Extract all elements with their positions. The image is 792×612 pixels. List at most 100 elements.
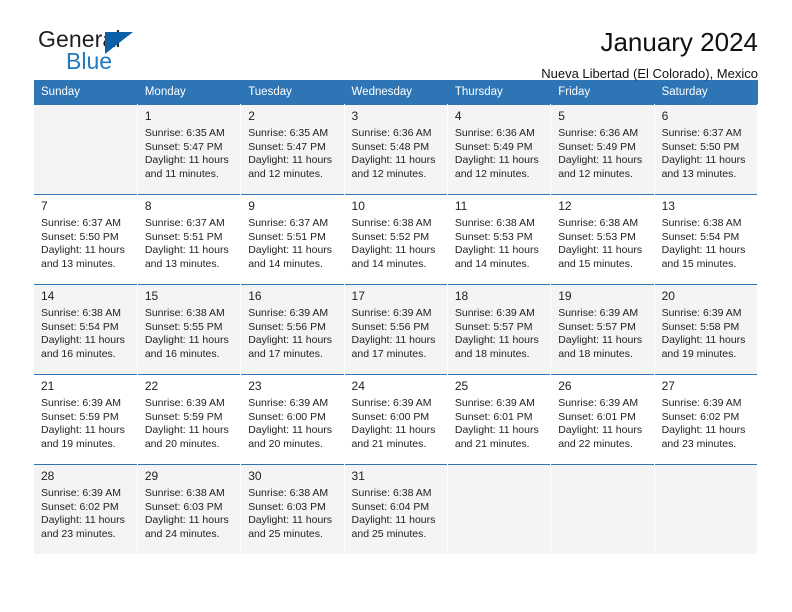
day-sunrise-text: Sunrise: 6:37 AM <box>661 127 742 139</box>
day-sunrise-text: Sunrise: 6:39 AM <box>144 397 225 409</box>
day-daylight2-text: and 19 minutes. <box>661 347 737 360</box>
day-sunset-text: Sunset: 5:59 PM <box>144 410 223 423</box>
day-cell-inner: 27 Sunrise: 6:39 AM Sunset: 6:02 PM Dayligh… <box>654 374 757 464</box>
calendar-day-cell[interactable]: 13 Sunrise: 6:38 AM Sunset: 5:54 PM Dayligh… <box>654 194 759 284</box>
calendar-day-cell[interactable]: 15 Sunrise: 6:38 AM Sunset: 5:55 PM Dayligh… <box>137 284 242 374</box>
day-sunrise-text: Sunrise: 6:38 AM <box>144 487 225 499</box>
day-sunset-text: Sunset: 5:56 PM <box>351 320 430 333</box>
day-daylight1-text: Daylight: 11 hours <box>144 424 229 437</box>
day-daylight1-text: Daylight: 11 hours <box>454 154 539 167</box>
day-sunrise-text: Sunrise: 6:39 AM <box>454 307 535 319</box>
day-number: 20 <box>661 289 675 303</box>
calendar-day-cell[interactable]: 26 Sunrise: 6:39 AM Sunset: 6:01 PM Dayligh… <box>550 374 655 464</box>
calendar-day-cell[interactable]: 5 Sunrise: 6:36 AM Sunset: 5:49 PM Daylight… <box>550 104 655 194</box>
weekday-header-thursday: Thursday <box>447 80 552 104</box>
logo-text-blue: Blue <box>66 48 113 74</box>
day-sunset-text: Sunset: 5:53 PM <box>558 230 636 243</box>
day-cell-inner: 24 Sunrise: 6:39 AM Sunset: 6:00 PM Dayligh… <box>344 374 447 464</box>
day-sunset-text: Sunset: 6:03 PM <box>144 500 223 513</box>
day-daylight2-text: and 12 minutes. <box>454 167 530 180</box>
calendar-day-cell[interactable]: 22 Sunrise: 6:39 AM Sunset: 5:59 PM Dayligh… <box>137 374 242 464</box>
calendar-day-cell[interactable]: 19 Sunrise: 6:39 AM Sunset: 5:57 PM Dayligh… <box>550 284 655 374</box>
day-sunset-text: Sunset: 5:49 PM <box>558 140 636 153</box>
day-sunset-text: Sunset: 6:01 PM <box>558 410 636 423</box>
day-daylight1-text: Daylight: 11 hours <box>661 334 746 347</box>
day-sunset-text: Sunset: 5:51 PM <box>144 230 223 243</box>
calendar-day-cell[interactable]: 20 Sunrise: 6:39 AM Sunset: 5:58 PM Dayligh… <box>654 284 759 374</box>
day-sunrise-text: Sunrise: 6:37 AM <box>248 217 329 229</box>
day-number: 18 <box>454 289 469 303</box>
calendar-day-cell[interactable]: 7 Sunrise: 6:37 AM Sunset: 5:50 PM Daylight… <box>34 194 138 284</box>
day-sunrise-text: Sunrise: 6:39 AM <box>661 307 742 319</box>
day-daylight2-text: and 13 minutes. <box>661 167 737 180</box>
day-sunset-text: Sunset: 5:54 PM <box>661 230 740 243</box>
calendar-day-cell[interactable]: 6 Sunrise: 6:37 AM Sunset: 5:50 PM Daylight… <box>654 104 759 194</box>
day-cell-inner: 9 Sunrise: 6:37 AM Sunset: 5:51 PM Daylight… <box>241 194 344 284</box>
day-cell-inner: 15 Sunrise: 6:38 AM Sunset: 5:55 PM Dayligh… <box>137 284 241 374</box>
day-number: 7 <box>41 199 48 213</box>
day-number: 1 <box>144 109 152 123</box>
calendar-day-cell[interactable]: 25 Sunrise: 6:39 AM Sunset: 6:01 PM Dayligh… <box>447 374 552 464</box>
calendar-empty-cell <box>654 464 759 554</box>
day-sunset-text: Sunset: 6:04 PM <box>351 500 430 513</box>
calendar-day-cell[interactable]: 9 Sunrise: 6:37 AM Sunset: 5:51 PM Daylight… <box>240 194 345 284</box>
day-number: 17 <box>351 289 365 303</box>
day-cell-inner: 23 Sunrise: 6:39 AM Sunset: 6:00 PM Dayligh… <box>241 374 344 464</box>
day-sunset-text: Sunset: 6:00 PM <box>248 410 326 423</box>
day-cell-inner: 19 Sunrise: 6:39 AM Sunset: 5:57 PM Dayligh… <box>551 284 654 374</box>
day-sunrise-text: Sunrise: 6:39 AM <box>41 487 121 499</box>
calendar-day-cell[interactable]: 18 Sunrise: 6:39 AM Sunset: 5:57 PM Dayligh… <box>447 284 552 374</box>
day-sunset-text: Sunset: 6:01 PM <box>454 410 533 423</box>
calendar-day-cell[interactable]: 12 Sunrise: 6:38 AM Sunset: 5:53 PM Dayligh… <box>550 194 655 284</box>
calendar-day-cell[interactable]: 1 Sunrise: 6:35 AM Sunset: 5:47 PM Daylight… <box>137 104 242 194</box>
day-cell-inner: 18 Sunrise: 6:39 AM Sunset: 5:57 PM Dayligh… <box>447 284 551 374</box>
day-daylight1-text: Daylight: 11 hours <box>248 424 333 437</box>
day-cell-inner: 8 Sunrise: 6:37 AM Sunset: 5:51 PM Daylight… <box>137 194 241 284</box>
calendar-day-cell[interactable]: 29 Sunrise: 6:38 AM Sunset: 6:03 PM Dayligh… <box>137 464 242 554</box>
empty-cell-inner <box>447 464 551 554</box>
calendar-day-cell[interactable]: 30 Sunrise: 6:38 AM Sunset: 6:03 PM Dayligh… <box>240 464 345 554</box>
calendar-day-cell[interactable]: 8 Sunrise: 6:37 AM Sunset: 5:51 PM Daylight… <box>137 194 242 284</box>
day-daylight1-text: Daylight: 11 hours <box>248 154 333 167</box>
day-daylight2-text: and 23 minutes. <box>41 527 116 540</box>
day-daylight1-text: Daylight: 11 hours <box>454 424 539 437</box>
day-cell-inner: 14 Sunrise: 6:38 AM Sunset: 5:54 PM Dayligh… <box>34 284 137 374</box>
calendar-day-cell[interactable]: 27 Sunrise: 6:39 AM Sunset: 6:02 PM Dayligh… <box>654 374 759 464</box>
calendar-day-cell[interactable]: 16 Sunrise: 6:39 AM Sunset: 5:56 PM Dayligh… <box>240 284 345 374</box>
day-cell-inner: 26 Sunrise: 6:39 AM Sunset: 6:01 PM Dayligh… <box>551 374 654 464</box>
calendar-day-cell[interactable]: 11 Sunrise: 6:38 AM Sunset: 5:53 PM Dayligh… <box>447 194 552 284</box>
day-sunset-text: Sunset: 5:48 PM <box>351 140 430 153</box>
day-daylight2-text: and 16 minutes. <box>144 347 220 360</box>
day-sunset-text: Sunset: 6:02 PM <box>661 410 740 423</box>
day-daylight2-text: and 14 minutes. <box>248 257 323 270</box>
day-daylight1-text: Daylight: 11 hours <box>351 244 436 257</box>
day-cell-inner: 16 Sunrise: 6:39 AM Sunset: 5:56 PM Dayligh… <box>241 284 344 374</box>
calendar-day-cell[interactable]: 14 Sunrise: 6:38 AM Sunset: 5:54 PM Dayligh… <box>34 284 138 374</box>
calendar-day-cell[interactable]: 4 Sunrise: 6:36 AM Sunset: 5:49 PM Daylight… <box>447 104 552 194</box>
title-block: January 2024 Nueva Libertad (El Colorado… <box>541 26 758 84</box>
calendar-day-cell[interactable]: 17 Sunrise: 6:39 AM Sunset: 5:56 PM Dayligh… <box>344 284 448 374</box>
day-cell-inner: 30 Sunrise: 6:38 AM Sunset: 6:03 PM Dayligh… <box>241 464 344 554</box>
calendar-day-cell[interactable]: 31 Sunrise: 6:38 AM Sunset: 6:04 PM Dayligh… <box>344 464 448 554</box>
day-cell-inner: 10 Sunrise: 6:38 AM Sunset: 5:52 PM Dayligh… <box>344 194 447 284</box>
calendar-table: Sunday Monday Tuesday Wednesday Thursday… <box>34 80 759 554</box>
calendar-day-cell[interactable]: 28 Sunrise: 6:39 AM Sunset: 6:02 PM Dayligh… <box>34 464 138 554</box>
calendar-day-cell[interactable]: 23 Sunrise: 6:39 AM Sunset: 6:00 PM Dayligh… <box>240 374 345 464</box>
day-daylight2-text: and 20 minutes. <box>144 437 220 450</box>
calendar-day-cell[interactable]: 24 Sunrise: 6:39 AM Sunset: 6:00 PM Dayligh… <box>344 374 448 464</box>
day-number: 15 <box>144 289 159 303</box>
day-sunset-text: Sunset: 6:00 PM <box>351 410 430 423</box>
calendar-day-cell[interactable]: 21 Sunrise: 6:39 AM Sunset: 5:59 PM Dayligh… <box>34 374 138 464</box>
calendar-page: General Blue January 2024 Nueva Libertad… <box>0 0 792 612</box>
calendar-day-cell[interactable]: 2 Sunrise: 6:35 AM Sunset: 5:47 PM Daylight… <box>240 104 345 194</box>
day-sunset-text: Sunset: 5:51 PM <box>248 230 326 243</box>
day-cell-inner: 5 Sunrise: 6:36 AM Sunset: 5:49 PM Daylight… <box>551 104 654 194</box>
general-blue-logo[interactable]: General Blue <box>34 26 164 82</box>
calendar-day-cell[interactable]: 10 Sunrise: 6:38 AM Sunset: 5:52 PM Dayligh… <box>344 194 448 284</box>
day-daylight2-text: and 17 minutes. <box>248 347 323 360</box>
calendar-day-cell[interactable]: 3 Sunrise: 6:36 AM Sunset: 5:48 PM Daylight… <box>344 104 448 194</box>
day-daylight1-text: Daylight: 11 hours <box>144 244 229 257</box>
day-sunset-text: Sunset: 5:59 PM <box>41 410 119 423</box>
day-sunset-text: Sunset: 5:57 PM <box>558 320 636 333</box>
day-daylight2-text: and 25 minutes. <box>351 527 427 540</box>
